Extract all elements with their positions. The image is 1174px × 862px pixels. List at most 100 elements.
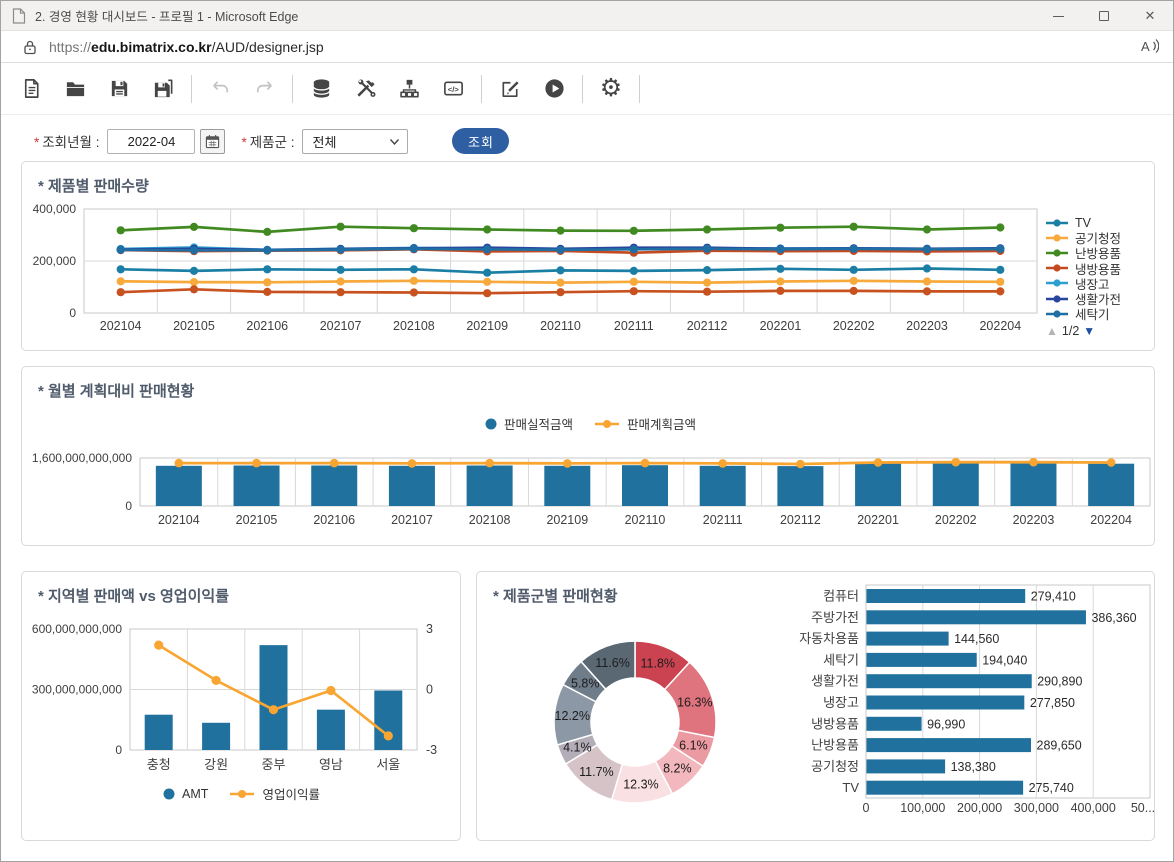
search-button[interactable]: 조회 — [452, 128, 509, 154]
legend-item-판매계획금액[interactable]: 판매계획금액 — [595, 414, 696, 433]
svg-text:주방가전: 주방가전 — [811, 610, 859, 625]
svg-text:0: 0 — [115, 743, 122, 757]
read-aloud-icon[interactable]: A — [1139, 36, 1159, 56]
product-filter-label: *제품군 : — [241, 131, 294, 151]
address-bar-row: https://edu.bimatrix.co.kr/AUD/designer.… — [1, 31, 1173, 63]
svg-text:A: A — [1141, 39, 1150, 54]
svg-text:컴퓨터: 컴퓨터 — [823, 589, 859, 604]
address-bar[interactable]: https://edu.bimatrix.co.kr/AUD/designer.… — [49, 39, 324, 55]
legend-item-세탁기[interactable]: 세탁기 — [1046, 306, 1152, 321]
panel-product-sales-qty: * 제품별 판매수량 0200,000400,00020210420210520… — [21, 161, 1155, 351]
close-button[interactable]: ✕ — [1127, 1, 1173, 31]
svg-text:16.3%: 16.3% — [677, 695, 712, 709]
legend-page-down-icon[interactable]: ▼ — [1083, 324, 1095, 338]
settings-button[interactable]: ⚙ — [593, 71, 629, 107]
product-group-donut-chart: 11.8%16.3%6.1%8.2%12.3%11.7%4.1%12.2%5.8… — [543, 630, 727, 814]
date-input[interactable] — [107, 129, 195, 154]
url-domain: edu.bimatrix.co.kr — [91, 39, 212, 55]
svg-text:200,000: 200,000 — [957, 801, 1002, 815]
svg-text:서울: 서울 — [376, 757, 400, 772]
svg-text:200,000: 200,000 — [33, 254, 77, 268]
undo-icon — [209, 77, 232, 100]
play-icon — [543, 77, 566, 100]
svg-text:290,890: 290,890 — [1037, 675, 1082, 689]
legend-item-영업이익률[interactable]: 영업이익률 — [230, 784, 320, 803]
toolbar-separator — [191, 75, 192, 103]
redo-button[interactable] — [246, 71, 282, 107]
svg-text:공기청정: 공기청정 — [811, 759, 859, 774]
tools-icon — [354, 77, 377, 100]
svg-text:202109: 202109 — [546, 513, 588, 527]
svg-text:202109: 202109 — [466, 319, 508, 333]
legend-item-판매실적금액[interactable]: 판매실적금액 — [484, 414, 573, 433]
new-document-button[interactable] — [13, 71, 49, 107]
svg-text:TV: TV — [842, 780, 859, 795]
save-all-button[interactable] — [145, 71, 181, 107]
svg-text:생활가전: 생활가전 — [811, 674, 859, 689]
svg-text:12.2%: 12.2% — [555, 709, 590, 723]
database-icon — [310, 77, 333, 100]
undo-button[interactable] — [202, 71, 238, 107]
run-button[interactable] — [536, 71, 572, 107]
maximize-button[interactable] — [1081, 1, 1127, 31]
legend-item-label: AMT — [182, 787, 208, 801]
calendar-icon — [205, 134, 220, 149]
svg-text:386,360: 386,360 — [1091, 611, 1136, 625]
chevron-down-icon — [389, 138, 400, 146]
panel-monthly-plan-vs-actual: * 월별 계획대비 판매현황 판매실적금액판매계획금액 1,600,000,00… — [21, 366, 1155, 546]
svg-text:202106: 202106 — [313, 513, 355, 527]
region-sales-combo-chart: 0300,000,000,000600,000,000,000-303충청강원중… — [22, 608, 462, 780]
redo-icon — [253, 77, 276, 100]
svg-text:3: 3 — [426, 622, 433, 636]
chart-legend: 판매실적금액 판매계획금액 — [484, 414, 696, 433]
svg-text:11.6%: 11.6% — [595, 656, 630, 670]
edit-button[interactable] — [492, 71, 528, 107]
svg-text:202108: 202108 — [469, 513, 511, 527]
designer-toolbar: </> ⚙ — [1, 63, 1173, 115]
calendar-button[interactable] — [200, 129, 225, 154]
save-button[interactable] — [101, 71, 137, 107]
code-button[interactable]: </> — [435, 71, 471, 107]
svg-text:202107: 202107 — [320, 319, 362, 333]
date-filter-label: *조회년월 : — [34, 131, 99, 151]
lock-icon — [21, 38, 39, 56]
sitemap-button[interactable] — [391, 71, 427, 107]
window-title: 2. 경영 현황 대시보드 - 프로필 1 - Microsoft Edge — [35, 6, 298, 25]
new-document-icon — [20, 77, 43, 100]
chart-legend: AMT 영업이익률 — [22, 784, 460, 803]
svg-text:202203: 202203 — [906, 319, 948, 333]
svg-text:202111: 202111 — [703, 513, 743, 527]
legend-page-label: 1/2 — [1062, 324, 1079, 338]
edit-icon — [499, 77, 522, 100]
svg-text:냉방용품: 냉방용품 — [811, 716, 859, 731]
panel-region-sales-vs-margin: * 지역별 판매액 vs 영업이익률 0300,000,000,000600,0… — [21, 571, 461, 841]
svg-text:-3: -3 — [426, 743, 437, 757]
panel-title: * 제품군별 판매현황 — [493, 585, 618, 606]
maximize-icon — [1099, 11, 1109, 21]
toolbar-separator — [481, 75, 482, 103]
svg-text:202202: 202202 — [935, 513, 977, 527]
svg-text:11.7%: 11.7% — [579, 765, 614, 779]
svg-text:냉장고: 냉장고 — [823, 695, 859, 710]
open-button[interactable] — [57, 71, 93, 107]
svg-text:11.8%: 11.8% — [641, 656, 676, 670]
page-icon — [12, 8, 26, 24]
svg-text:50...: 50... — [1131, 801, 1155, 815]
legend-page-up-icon[interactable]: ▲ — [1046, 324, 1058, 338]
svg-text:202108: 202108 — [393, 319, 435, 333]
legend-item-AMT[interactable]: AMT — [162, 787, 208, 801]
svg-text:400,000: 400,000 — [1071, 801, 1116, 815]
legend-item-label: 영업이익률 — [262, 784, 320, 803]
product-select[interactable]: 전체 — [302, 129, 408, 154]
svg-text:144,560: 144,560 — [954, 632, 999, 646]
tools-button[interactable] — [347, 71, 383, 107]
data-source-button[interactable] — [303, 71, 339, 107]
url-scheme: https:// — [49, 39, 91, 55]
svg-text:600,000,000,000: 600,000,000,000 — [32, 622, 122, 636]
svg-text:202201: 202201 — [760, 319, 802, 333]
svg-text:1,600,000,000,000: 1,600,000,000,000 — [32, 451, 132, 465]
chart-legend: TV공기청정난방용품냉방용품냉장고생활가전세탁기 ▲ 1/2 ▼ — [1046, 215, 1152, 338]
svg-text:202105: 202105 — [236, 513, 278, 527]
minimize-button[interactable] — [1035, 1, 1081, 31]
svg-text:8.2%: 8.2% — [663, 762, 692, 776]
